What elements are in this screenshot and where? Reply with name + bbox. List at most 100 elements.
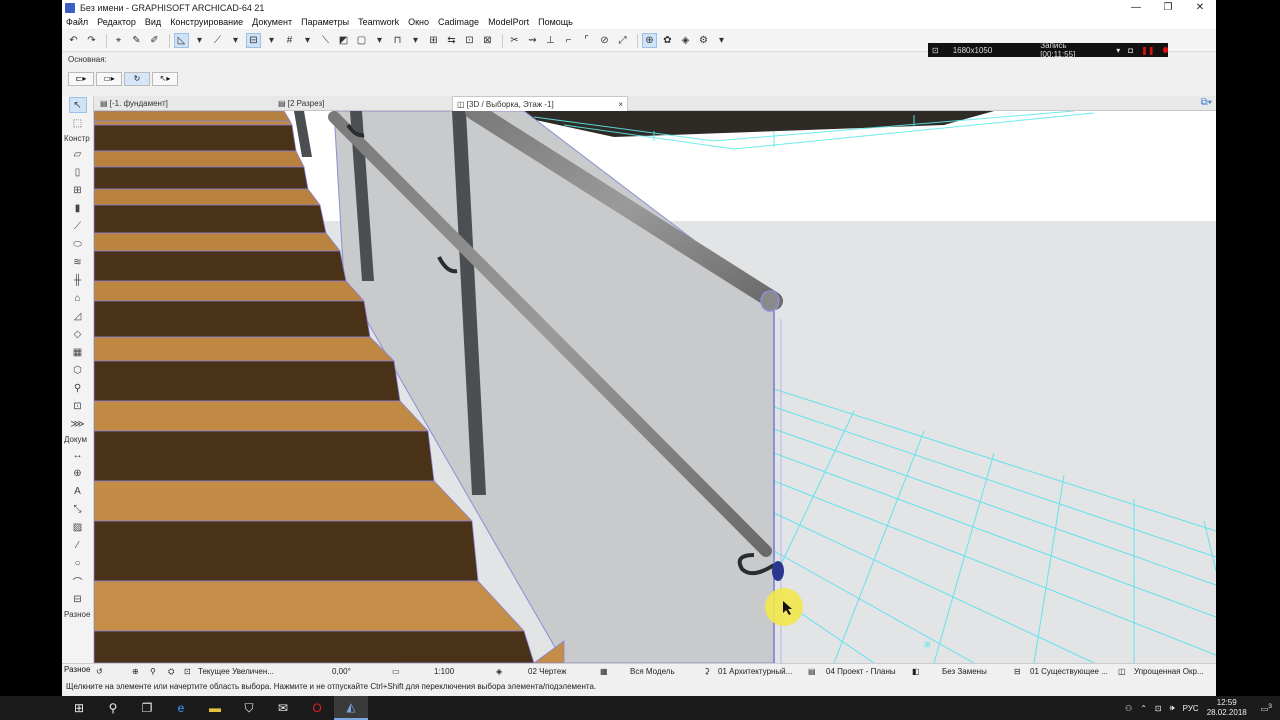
- wall-tool-icon[interactable]: ▱: [69, 146, 87, 162]
- snap-guides-icon[interactable]: ◺: [174, 33, 189, 48]
- menu-file[interactable]: Файл: [66, 17, 88, 27]
- tab-3d[interactable]: ◫ [3D / Выборка, Этаж -1] ×: [452, 96, 628, 111]
- intersect-icon[interactable]: ⌐: [561, 33, 576, 48]
- renovation-value[interactable]: 01 Существующее ...: [1030, 667, 1108, 676]
- morph-tool-icon[interactable]: ⬡: [69, 362, 87, 378]
- pause-icon[interactable]: ❚❚: [1141, 46, 1154, 55]
- maximize-button[interactable]: ❐: [1152, 0, 1184, 15]
- fill-icon[interactable]: ◩: [336, 33, 351, 48]
- navigator-pop-icon[interactable]: ⧉▾: [1201, 97, 1212, 108]
- text-tool-icon[interactable]: A: [69, 483, 87, 499]
- slab-tool-icon[interactable]: ⬭: [69, 236, 87, 252]
- line-tool-icon[interactable]: ∕: [69, 537, 87, 553]
- eyedropper-icon[interactable]: ✎: [129, 33, 144, 48]
- polyline-tool-icon[interactable]: ⌒: [69, 573, 87, 589]
- walk-icon[interactable]: ⛭: [168, 667, 174, 677]
- chevron-down-icon[interactable]: ▾: [264, 33, 279, 48]
- explode-icon[interactable]: ⊘: [597, 33, 612, 48]
- skylight-tool-icon[interactable]: ◇: [69, 326, 87, 342]
- adjust-icon[interactable]: ⊥: [543, 33, 558, 48]
- chevron-down-icon[interactable]: ▾: [408, 33, 423, 48]
- camera-icon[interactable]: ◘: [1128, 46, 1133, 55]
- navigator-icon[interactable]: ⚙: [696, 33, 711, 48]
- clock[interactable]: 12:59 28.02.2018: [1207, 698, 1247, 718]
- undo-icon[interactable]: ↶: [66, 33, 81, 48]
- roof-tool-icon[interactable]: ⌂: [69, 290, 87, 306]
- windows-start-icon[interactable]: ⊞: [62, 696, 96, 720]
- column-tool-icon[interactable]: ▮: [69, 200, 87, 216]
- rectangle-method-icon[interactable]: ▭▸: [96, 72, 122, 86]
- stair-tool-icon[interactable]: ≋: [69, 254, 87, 270]
- chevron-down-icon[interactable]: ▾: [714, 33, 729, 48]
- task-view-icon[interactable]: ❐: [130, 696, 164, 720]
- penset-value[interactable]: 01 Архитектурный...: [718, 667, 792, 676]
- volume-icon[interactable]: 🕪: [1170, 703, 1175, 713]
- store-icon[interactable]: ⛉: [232, 696, 266, 720]
- language-indicator[interactable]: РУС: [1183, 704, 1199, 713]
- menu-view[interactable]: Вид: [145, 17, 161, 27]
- render-icon[interactable]: ✿: [660, 33, 675, 48]
- menu-teamwork[interactable]: Teamwork: [358, 17, 399, 27]
- marquee-tool-icon[interactable]: ⬚: [69, 115, 87, 131]
- override-value[interactable]: Без Замены: [942, 667, 987, 676]
- rotate-icon[interactable]: ↻: [124, 72, 150, 86]
- chevron-down-icon[interactable]: ▾: [1116, 46, 1120, 55]
- lock-icon[interactable]: ⊓: [390, 33, 405, 48]
- model-view-value[interactable]: 04 Проект - Планы: [826, 667, 896, 676]
- menu-document[interactable]: Документ: [252, 17, 292, 27]
- chevron-down-icon[interactable]: ▾: [192, 33, 207, 48]
- navigate-icon[interactable]: ⚲: [150, 667, 156, 676]
- level-dimension-tool-icon[interactable]: ⊕: [69, 465, 87, 481]
- cross-icon[interactable]: ⊠: [480, 33, 495, 48]
- menu-edit[interactable]: Редактор: [97, 17, 136, 27]
- tab-floor-plan[interactable]: ▤ [-1. фундамент]: [96, 96, 272, 111]
- tab-close-button[interactable]: ×: [618, 97, 623, 112]
- menu-options[interactable]: Параметры: [301, 17, 349, 27]
- trace-icon[interactable]: ⊕: [642, 33, 657, 48]
- window-tool-icon[interactable]: ⊞: [69, 182, 87, 198]
- label-tool-icon[interactable]: ⤡: [69, 501, 87, 517]
- edge-icon[interactable]: e: [164, 696, 198, 720]
- 3d-window-icon[interactable]: ◈: [678, 33, 693, 48]
- record-icon[interactable]: [1162, 47, 1168, 53]
- opera-icon[interactable]: O: [300, 696, 334, 720]
- tab-section[interactable]: ▤ [2 Разрез]: [274, 96, 450, 111]
- mail-icon[interactable]: ✉: [266, 696, 300, 720]
- file-explorer-icon[interactable]: ▬: [198, 696, 232, 720]
- object-tool-icon[interactable]: ⚲: [69, 380, 87, 396]
- structure-value[interactable]: Упрощенная Окр...: [1134, 667, 1204, 676]
- group-icon[interactable]: ⊞: [426, 33, 441, 48]
- search-icon[interactable]: ⚲: [96, 696, 130, 720]
- minimize-button[interactable]: —: [1120, 0, 1152, 15]
- mesh-tool-icon[interactable]: ⋙: [69, 416, 87, 432]
- close-button[interactable]: ✕: [1184, 0, 1216, 15]
- menu-cadimage[interactable]: Cadimage: [438, 17, 479, 27]
- drawing-tool-icon[interactable]: ⊟: [69, 591, 87, 607]
- redo-icon[interactable]: ↷: [84, 33, 99, 48]
- model-value[interactable]: Вся Модель: [630, 667, 675, 676]
- people-icon[interactable]: ⚇: [1125, 704, 1132, 713]
- zoom-value[interactable]: Текущее Увеличен...: [198, 667, 274, 676]
- fill-tool-icon[interactable]: ▨: [69, 519, 87, 535]
- pick-up-icon[interactable]: ⌖: [111, 33, 126, 48]
- marquee-icon[interactable]: ▢: [354, 33, 369, 48]
- layer-combination-value[interactable]: 02 Чертеж: [528, 667, 566, 676]
- fit-window-icon[interactable]: ⊡: [184, 667, 191, 676]
- chevron-down-icon[interactable]: ▾: [372, 33, 387, 48]
- resize-icon[interactable]: ⤢: [615, 33, 630, 48]
- line-icon[interactable]: ⟍: [318, 33, 333, 48]
- scale-value[interactable]: 1:100: [434, 667, 454, 676]
- distribute-icon[interactable]: ⊡: [462, 33, 477, 48]
- zoom-in-icon[interactable]: ⊕: [132, 667, 139, 676]
- beam-tool-icon[interactable]: ⟋: [69, 218, 87, 234]
- split-icon[interactable]: ✂: [507, 33, 522, 48]
- dimension-tool-icon[interactable]: ↔: [69, 447, 87, 463]
- menu-help[interactable]: Помощь: [538, 17, 573, 27]
- undo-zoom-icon[interactable]: ↺: [96, 667, 103, 676]
- chevron-down-icon[interactable]: ▾: [228, 33, 243, 48]
- archicad-taskbar-icon[interactable]: ◭: [334, 696, 368, 720]
- offset-icon[interactable]: ⇝: [525, 33, 540, 48]
- curtain-wall-tool-icon[interactable]: ▦: [69, 344, 87, 360]
- menu-design[interactable]: Конструирование: [170, 17, 243, 27]
- arrow-select-icon[interactable]: ↖▸: [152, 72, 178, 86]
